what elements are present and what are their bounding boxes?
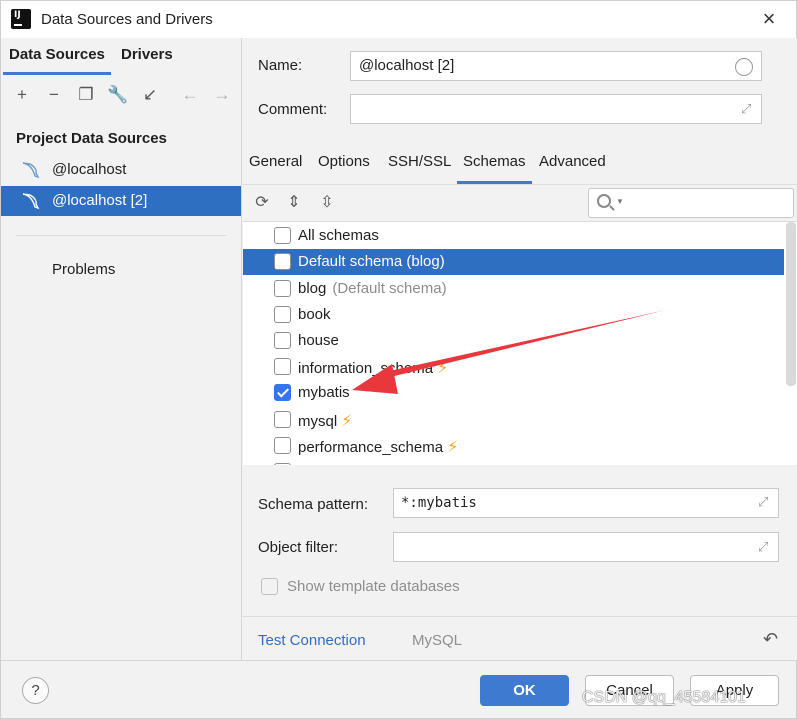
schema-search-input[interactable]: ▼	[588, 188, 794, 218]
datasource-item-localhost-2[interactable]: @localhost [2]	[1, 186, 241, 216]
schema-label: information_schema	[298, 360, 434, 377]
duplicate-icon[interactable]: ❐	[75, 84, 97, 106]
schema-pattern-value: *:mybatis	[401, 495, 477, 511]
schema-checkbox[interactable]	[274, 253, 291, 270]
schema-checkbox[interactable]	[274, 463, 291, 465]
schema-toolbar: ⟳ ⇕ ⇳ ▼	[243, 184, 797, 220]
test-connection-link[interactable]: Test Connection	[258, 632, 366, 649]
datasource-label: @localhost	[52, 161, 127, 178]
schema-label: book	[298, 306, 331, 323]
right-pane: Name: @localhost [2] Comment: ⤢ General …	[243, 38, 797, 660]
schema-label: Default schema (blog)	[298, 253, 445, 270]
back-arrow-icon[interactable]: ←	[179, 84, 201, 106]
lightning-icon: ⚡	[341, 413, 353, 430]
schema-label: mybatis	[298, 384, 350, 401]
settings-tabs: General Options SSH/SSL Schemas Advanced	[243, 148, 797, 184]
import-icon[interactable]: ↙	[139, 84, 161, 106]
schema-checkbox[interactable]	[274, 437, 291, 454]
left-pane: Data Sources Drivers + − ❐ 🔧 ↙ ← → Proje…	[1, 38, 242, 660]
connection-bar: Test Connection MySQL ↶	[243, 616, 797, 660]
schema-row[interactable]: blog (Default schema)	[243, 276, 784, 302]
schema-row[interactable]: Default schema (blog)	[243, 249, 784, 275]
schema-checkbox[interactable]	[274, 306, 291, 323]
lightning-icon: ⚡	[437, 360, 449, 377]
close-icon[interactable]: ×	[759, 8, 779, 30]
schema-label: All schemas	[298, 227, 379, 244]
tab-general[interactable]: General	[249, 153, 302, 170]
schema-pattern-label: Schema pattern:	[258, 496, 369, 513]
object-filter-label: Object filter:	[258, 539, 339, 556]
schema-row-partial[interactable]	[243, 459, 784, 465]
schema-row[interactable]: All schemas	[243, 223, 784, 249]
schema-checkbox-checked[interactable]	[274, 384, 291, 401]
schema-row[interactable]: book	[243, 302, 784, 328]
expand-icon[interactable]: ⤢	[758, 540, 772, 554]
driver-label: MySQL	[412, 632, 463, 649]
comment-label: Comment:	[258, 101, 328, 118]
schema-row[interactable]: mybatis	[243, 380, 784, 406]
search-icon	[597, 194, 611, 208]
tab-ssh-ssl[interactable]: SSH/SSL	[388, 153, 451, 170]
refresh-icon[interactable]: ⟳	[251, 192, 273, 214]
problems-item[interactable]: Problems	[52, 261, 115, 278]
show-template-label: Show template databases	[287, 578, 460, 595]
datasource-label: @localhost [2]	[52, 192, 148, 209]
expand-icon[interactable]: ⤢	[741, 102, 755, 116]
schema-label: blog	[298, 280, 327, 297]
mysql-dolphin-icon	[22, 162, 40, 179]
schema-label: house	[298, 332, 339, 349]
watermark: CSDN @qq_45584101	[582, 689, 746, 706]
schema-row[interactable]: information_schema ⚡	[243, 354, 784, 380]
name-field[interactable]: @localhost [2]	[350, 51, 762, 81]
color-picker-icon[interactable]	[735, 58, 753, 76]
name-label: Name:	[258, 57, 303, 74]
name-value: @localhost [2]	[359, 57, 455, 74]
expand-icon[interactable]: ⤢	[758, 496, 772, 510]
schema-label: mysql	[298, 413, 338, 430]
add-icon[interactable]: +	[11, 84, 33, 106]
title-bar: IJ Data Sources and Drivers ×	[1, 1, 796, 38]
dialog-window: IJ Data Sources and Drivers × Data Sourc…	[0, 0, 797, 719]
tab-advanced[interactable]: Advanced	[539, 153, 606, 170]
tab-schemas[interactable]: Schemas	[457, 153, 532, 184]
intellij-logo-icon: IJ	[9, 7, 33, 31]
datasource-item-localhost[interactable]: @localhost	[1, 155, 241, 185]
comment-field[interactable]: ⤢	[350, 94, 762, 124]
schema-hint: (Default schema)	[332, 280, 447, 297]
object-filter-field[interactable]: ⤢	[393, 532, 779, 562]
show-template-checkbox[interactable]	[261, 578, 278, 595]
tab-options[interactable]: Options	[318, 153, 370, 170]
vertical-scrollbar[interactable]	[786, 222, 796, 386]
revert-icon[interactable]: ↶	[763, 629, 778, 650]
remove-icon[interactable]: −	[43, 84, 65, 106]
mysql-dolphin-icon	[22, 193, 40, 210]
window-title: Data Sources and Drivers	[41, 11, 213, 28]
schema-checkbox[interactable]	[274, 227, 291, 244]
schema-row[interactable]: performance_schema ⚡	[243, 433, 784, 459]
collapse-all-icon[interactable]: ⇳	[316, 192, 338, 214]
ok-button[interactable]: OK	[480, 675, 569, 706]
help-button[interactable]: ?	[22, 677, 49, 704]
schema-checkbox[interactable]	[274, 358, 291, 375]
schema-checkbox[interactable]	[274, 280, 291, 297]
schema-pattern-field[interactable]: *:mybatis ⤢	[393, 488, 779, 518]
section-title: Project Data Sources	[16, 130, 167, 147]
schema-row[interactable]: house	[243, 328, 784, 354]
wrench-icon[interactable]: 🔧	[107, 84, 129, 106]
tab-data-sources[interactable]: Data Sources	[3, 46, 111, 75]
left-tabs: Data Sources Drivers	[1, 38, 241, 75]
schema-checkbox[interactable]	[274, 411, 291, 428]
schema-row[interactable]: mysql ⚡	[243, 407, 784, 433]
chevron-down-icon: ▼	[616, 197, 624, 206]
lightning-icon: ⚡	[447, 439, 459, 456]
schema-list: All schemas Default schema (blog) blog (D…	[243, 221, 797, 465]
schema-label: performance_schema	[298, 439, 444, 456]
forward-arrow-icon[interactable]: →	[211, 84, 233, 106]
schema-checkbox[interactable]	[274, 332, 291, 349]
expand-all-icon[interactable]: ⇕	[283, 192, 305, 214]
left-toolbar: + − ❐ 🔧 ↙ ← →	[1, 78, 241, 114]
tab-drivers[interactable]: Drivers	[121, 46, 173, 63]
divider	[16, 235, 226, 236]
